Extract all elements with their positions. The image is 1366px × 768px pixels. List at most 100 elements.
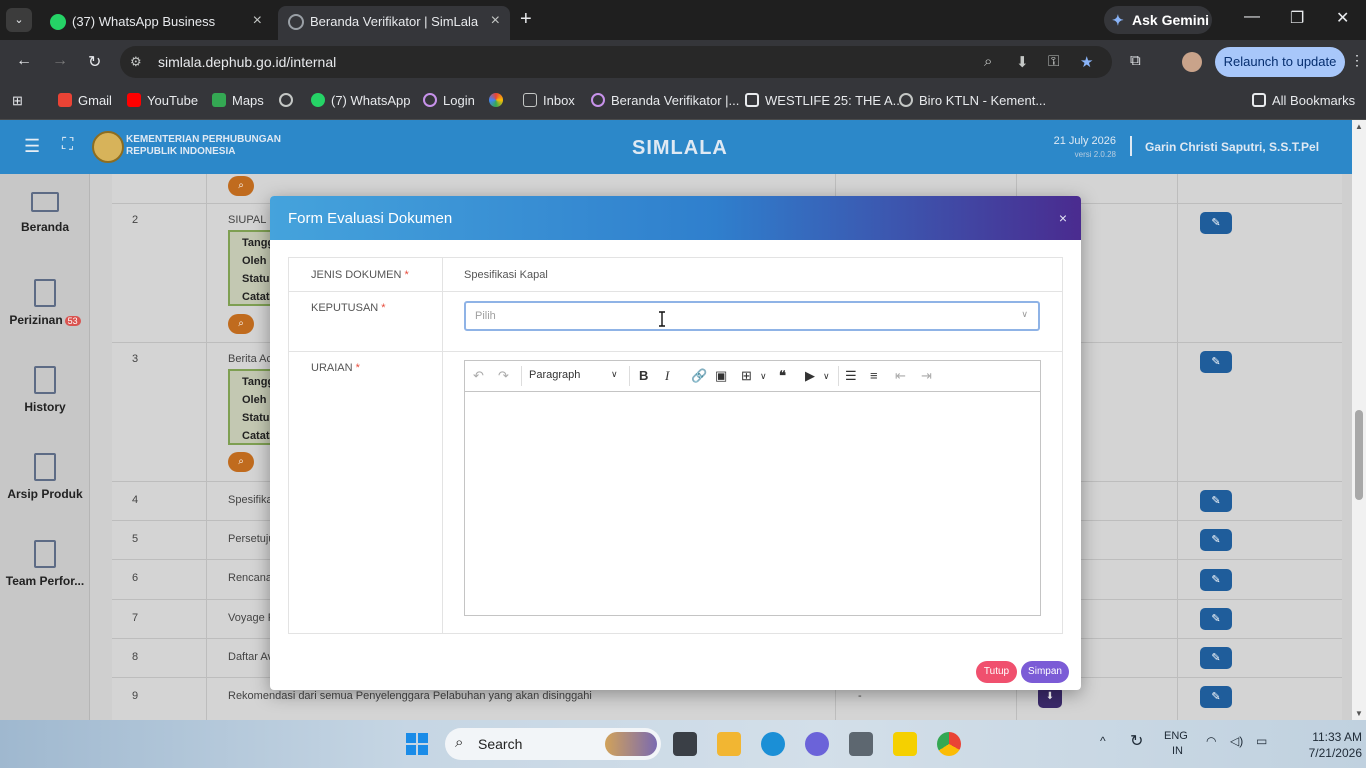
undo-icon[interactable]: ↶: [473, 368, 484, 384]
relaunch-button[interactable]: Relaunch to update: [1215, 47, 1345, 77]
apps-icon[interactable]: ⊞: [12, 93, 23, 109]
edit-button[interactable]: ✎: [1200, 569, 1232, 591]
sync-icon[interactable]: ↻: [1130, 731, 1143, 751]
camera-icon[interactable]: [849, 732, 873, 756]
edit-button[interactable]: ✎: [1200, 608, 1232, 630]
scroll-up-icon[interactable]: ▲: [1355, 122, 1363, 131]
tab-simlala[interactable]: Beranda Verifikator | SimLala ×: [278, 6, 510, 40]
bookmark-login[interactable]: Login: [423, 93, 475, 108]
numbered-list-icon[interactable]: ≡: [870, 368, 878, 383]
simpan-button[interactable]: Simpan: [1021, 661, 1069, 683]
chevron-down-icon[interactable]: ∨: [611, 369, 618, 380]
wifi-icon[interactable]: ◠: [1206, 734, 1216, 748]
user-name[interactable]: Garin Christi Saputri, S.S.T.Pel: [1145, 140, 1319, 154]
sticky-notes-icon[interactable]: [893, 732, 917, 756]
back-icon[interactable]: ←: [16, 52, 32, 70]
link-icon[interactable]: 🔗: [691, 368, 707, 384]
jenis-dokumen-label: JENIS DOKUMEN *: [311, 269, 409, 281]
sidebar-item-history[interactable]: History: [0, 348, 90, 435]
close-icon[interactable]: ×: [1059, 210, 1067, 226]
outdent-icon[interactable]: ⇤: [895, 368, 906, 384]
insert-image-icon[interactable]: ▣: [715, 368, 727, 384]
tab-whatsapp[interactable]: (37) WhatsApp Business ×: [40, 6, 272, 40]
tutup-button[interactable]: Tutup: [976, 661, 1017, 683]
battery-icon[interactable]: ▭: [1256, 734, 1267, 748]
gemini-icon: ✦: [1112, 12, 1124, 28]
scroll-down-icon[interactable]: ▼: [1355, 709, 1363, 718]
scrollbar-thumb[interactable]: [1355, 410, 1363, 500]
bookmark-maps[interactable]: Maps: [212, 93, 264, 108]
bookmark-youtube[interactable]: YouTube: [127, 93, 198, 108]
bookmark-gmail[interactable]: Gmail: [58, 93, 112, 108]
edit-button[interactable]: ✎: [1200, 351, 1232, 373]
install-app-icon[interactable]: ⬇: [1016, 53, 1029, 71]
italic-icon[interactable]: I: [665, 368, 669, 384]
bookmark-inbox[interactable]: Inbox: [523, 93, 575, 108]
table-icon[interactable]: ⊞: [741, 368, 752, 384]
all-bookmarks[interactable]: All Bookmarks: [1252, 93, 1355, 108]
bookmark-beranda[interactable]: Beranda Verifikator |...: [591, 93, 739, 108]
chevron-down-icon[interactable]: ∨: [823, 371, 830, 382]
task-view-icon[interactable]: [673, 732, 697, 756]
bookmark-globe[interactable]: [279, 93, 299, 108]
file-explorer-icon[interactable]: [717, 732, 741, 756]
taskbar-search[interactable]: ⌕ Search: [445, 728, 661, 760]
edit-button[interactable]: ✎: [1200, 212, 1232, 234]
bold-icon[interactable]: B: [639, 368, 648, 383]
tab-search-button[interactable]: ⌄: [6, 8, 32, 32]
new-tab-button[interactable]: +: [520, 8, 532, 31]
language-indicator[interactable]: ENG IN: [1164, 729, 1188, 759]
close-window-icon[interactable]: ✕: [1336, 8, 1349, 28]
keputusan-select[interactable]: Pilih ∨: [464, 301, 1040, 331]
ask-gemini-button[interactable]: ✦ Ask Gemini: [1104, 6, 1212, 34]
bookmark-whatsapp[interactable]: (7) WhatsApp: [311, 93, 410, 108]
windows-start-icon[interactable]: [406, 733, 428, 755]
minimize-icon[interactable]: —: [1244, 8, 1260, 26]
indent-icon[interactable]: ⇥: [921, 368, 932, 384]
edge-icon[interactable]: [761, 732, 785, 756]
media-embed-icon[interactable]: ▶: [805, 368, 815, 384]
search-icon[interactable]: ⌕: [228, 452, 254, 472]
system-clock[interactable]: 11:33 AM 7/21/2026: [1276, 729, 1362, 761]
edit-button[interactable]: ✎: [1200, 529, 1232, 551]
extensions-icon[interactable]: ⧉: [1130, 52, 1141, 69]
bulleted-list-icon[interactable]: ☰: [845, 368, 857, 384]
close-tab-icon[interactable]: ×: [253, 12, 262, 30]
copilot-icon[interactable]: [805, 732, 829, 756]
url-text[interactable]: simlala.dephub.go.id/internal: [158, 54, 336, 70]
page-scrollbar[interactable]: ▲ ▼: [1352, 120, 1366, 720]
zoom-icon[interactable]: ⌕: [984, 53, 992, 70]
sidebar-item-arsip-produk[interactable]: Arsip Produk: [0, 435, 90, 522]
address-bar[interactable]: ⚙ simlala.dephub.go.id/internal ⌕ ⬇ ⚿ ★: [120, 46, 1112, 78]
reload-icon[interactable]: ↻: [88, 52, 101, 72]
chevron-up-icon[interactable]: ^: [1100, 734, 1106, 748]
search-icon[interactable]: ⌕: [228, 314, 254, 334]
sidebar-item-beranda[interactable]: Beranda: [0, 174, 90, 261]
edit-button[interactable]: ✎: [1200, 647, 1232, 669]
restore-icon[interactable]: ❐: [1290, 8, 1304, 28]
profile-avatar[interactable]: [1182, 52, 1202, 72]
editor-content-area[interactable]: [465, 392, 1040, 615]
forward-icon[interactable]: →: [52, 52, 68, 70]
bookmark-star-icon[interactable]: ★: [1080, 53, 1093, 71]
paragraph-format-dropdown[interactable]: Paragraph: [529, 369, 580, 381]
hamburger-icon[interactable]: ☰: [24, 136, 40, 157]
fullscreen-icon[interactable]: ⛶: [62, 136, 73, 154]
redo-icon[interactable]: ↷: [498, 368, 509, 384]
edit-button[interactable]: ✎: [1200, 490, 1232, 512]
bookmark-photos[interactable]: [489, 93, 509, 108]
menu-icon[interactable]: ⋮: [1350, 52, 1364, 69]
chevron-down-icon[interactable]: ∨: [760, 371, 767, 382]
password-key-icon[interactable]: ⚿: [1048, 53, 1059, 70]
chrome-icon[interactable]: [937, 732, 961, 756]
blockquote-icon[interactable]: ❝: [779, 368, 786, 384]
bookmark-biro-ktln[interactable]: Biro KTLN - Kement...: [899, 93, 1046, 108]
sidebar-item-perizinan[interactable]: Perizinan 53: [0, 261, 90, 348]
edit-button[interactable]: ✎: [1200, 686, 1232, 708]
site-info-icon[interactable]: ⚙: [130, 54, 142, 70]
bookmark-westlife[interactable]: WESTLIFE 25: THE A...: [745, 93, 903, 108]
volume-icon[interactable]: ◁): [1230, 734, 1243, 748]
sidebar-item-team-performance[interactable]: Team Perfor...: [0, 522, 90, 609]
globe-icon: [423, 93, 437, 107]
close-tab-icon[interactable]: ×: [491, 12, 500, 30]
